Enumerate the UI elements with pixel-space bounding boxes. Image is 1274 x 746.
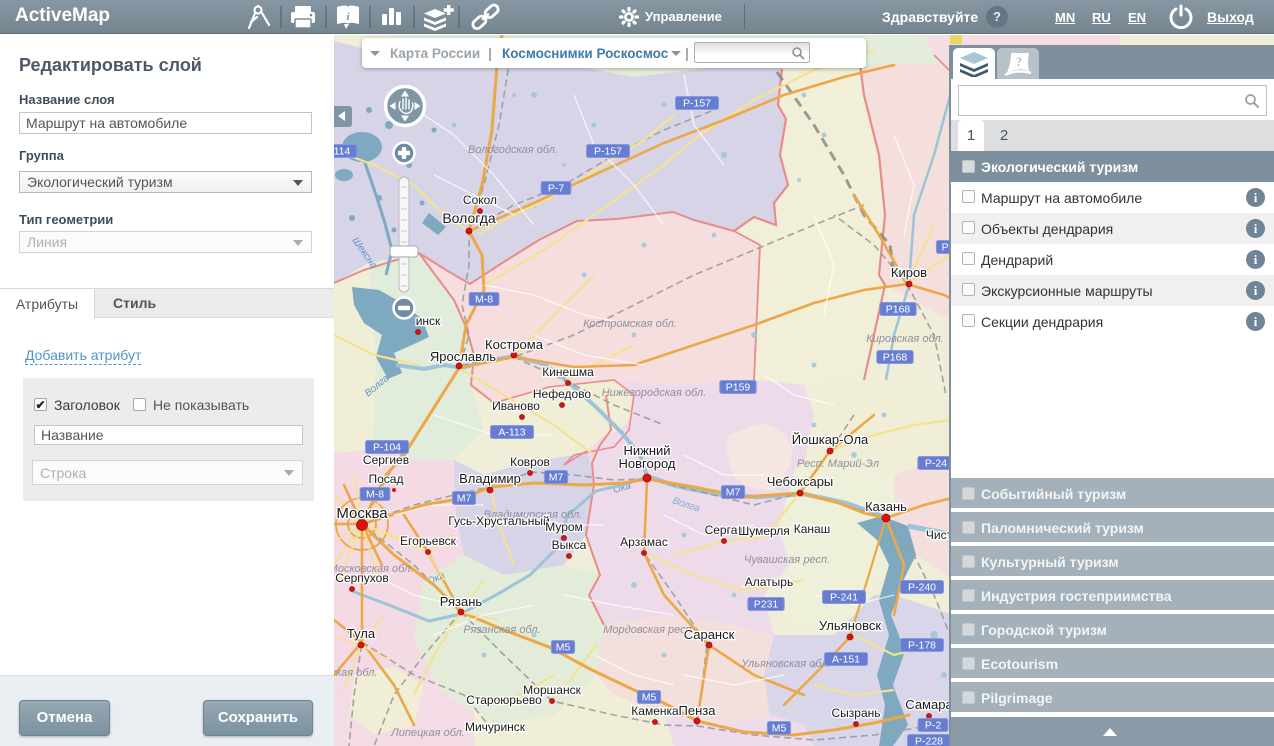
svg-text:Сызрань: Сызрань: [831, 706, 880, 720]
svg-text:Нефедово: Нефедово: [533, 387, 592, 401]
svg-text:Новгород: Новгород: [619, 456, 676, 471]
svg-text:Рязань: Рязань: [440, 594, 483, 609]
svg-text:P168: P168: [886, 304, 911, 316]
svg-text:Тула: Тула: [347, 626, 376, 641]
svg-text:Мордовская респ.: Мордовская респ.: [603, 624, 695, 636]
svg-text:P-7: P-7: [548, 183, 565, 195]
svg-text:Респ. Марий-Эл: Респ. Марий-Эл: [797, 458, 879, 470]
svg-text:Сергиев: Сергиев: [363, 453, 409, 467]
svg-text:Кировская обл.: Кировская обл.: [866, 333, 943, 345]
svg-text:P-157: P-157: [594, 146, 622, 158]
svg-text:P-178: P-178: [908, 640, 936, 652]
svg-text:Владимир: Владимир: [459, 471, 521, 486]
svg-text:Выкса: Выкса: [552, 538, 587, 552]
svg-text:Киров: Киров: [891, 265, 927, 280]
svg-text:Вологодская обл.: Вологодская обл.: [468, 144, 558, 156]
svg-text:М7: М7: [457, 493, 472, 505]
svg-text:Серпухов: Серпухов: [335, 571, 388, 585]
svg-text:Пенза: Пенза: [679, 703, 717, 718]
svg-text:P-104: P-104: [373, 442, 401, 454]
svg-text:М5: М5: [642, 692, 657, 704]
svg-text:Чебоксары: Чебоксары: [767, 474, 834, 489]
svg-text:Саранск: Саранск: [684, 627, 735, 642]
svg-text:Ульяновск: Ульяновск: [819, 618, 881, 633]
svg-text:114: 114: [334, 146, 351, 158]
svg-text:М7: М7: [549, 472, 564, 484]
svg-text:М5: М5: [772, 723, 787, 735]
svg-text:P-2: P-2: [925, 720, 942, 732]
svg-text:Рязанская обл.: Рязанская обл.: [463, 624, 540, 636]
svg-text:Чувашская респ.: Чувашская респ.: [744, 554, 830, 566]
svg-text:А-113: А-113: [498, 427, 525, 439]
svg-text:Староюрьево: Староюрьево: [466, 693, 542, 707]
svg-text:P-240: P-240: [908, 582, 936, 594]
svg-text:А-151: А-151: [832, 654, 860, 666]
svg-text:Кинешма: Кинешма: [542, 365, 594, 379]
svg-text:Нижегородская обл.: Нижегородская обл.: [602, 387, 707, 399]
svg-text:Ковров: Ковров: [510, 455, 550, 469]
svg-text:Егорьевск: Егорьевск: [400, 534, 457, 548]
svg-text:Йошкар-Ола: Йошкар-Ола: [792, 432, 869, 447]
svg-text:Костромская обл.: Костромская обл.: [583, 318, 677, 330]
svg-text:?: ?: [1016, 54, 1023, 69]
svg-text:льская обл.: льская обл.: [334, 667, 378, 679]
svg-text:Каменка: Каменка: [631, 704, 679, 718]
svg-text:Казань: Казань: [865, 499, 907, 514]
svg-text:Посад: Посад: [369, 472, 404, 486]
svg-text:P-157: P-157: [683, 98, 711, 110]
svg-text:Москва: Москва: [336, 505, 388, 522]
svg-text:Шумерля: Шумерля: [738, 524, 790, 538]
svg-text:P-24: P-24: [925, 458, 947, 470]
svg-text:Иваново: Иваново: [492, 399, 540, 413]
svg-text:М5: М5: [556, 642, 571, 654]
svg-text:М-8: М-8: [475, 294, 493, 306]
svg-text:Канаш: Канаш: [794, 522, 831, 536]
svg-text:P231: P231: [754, 599, 779, 611]
svg-text:Алатырь: Алатырь: [745, 575, 793, 589]
svg-text:Ульяновская обл.: Ульяновская обл.: [740, 658, 830, 670]
svg-text:P159: P159: [726, 382, 751, 394]
svg-text:Арзамас: Арзамас: [620, 535, 668, 549]
svg-text:P-241: P-241: [830, 592, 858, 604]
svg-text:P-228: P-228: [915, 736, 943, 746]
svg-text:М-8: М-8: [366, 489, 384, 501]
svg-text:Липецкая обл.: Липецкая обл.: [390, 727, 465, 739]
svg-text:Мичуринск: Мичуринск: [465, 720, 526, 734]
svg-text:Муром: Муром: [545, 520, 583, 534]
svg-text:М7: М7: [726, 487, 741, 499]
svg-text:Самара: Самара: [905, 697, 953, 712]
svg-text:Гусь-Хрустальный: Гусь-Хрустальный: [448, 514, 549, 528]
svg-text:Сокол: Сокол: [463, 193, 497, 207]
svg-text:P168: P168: [883, 352, 908, 364]
